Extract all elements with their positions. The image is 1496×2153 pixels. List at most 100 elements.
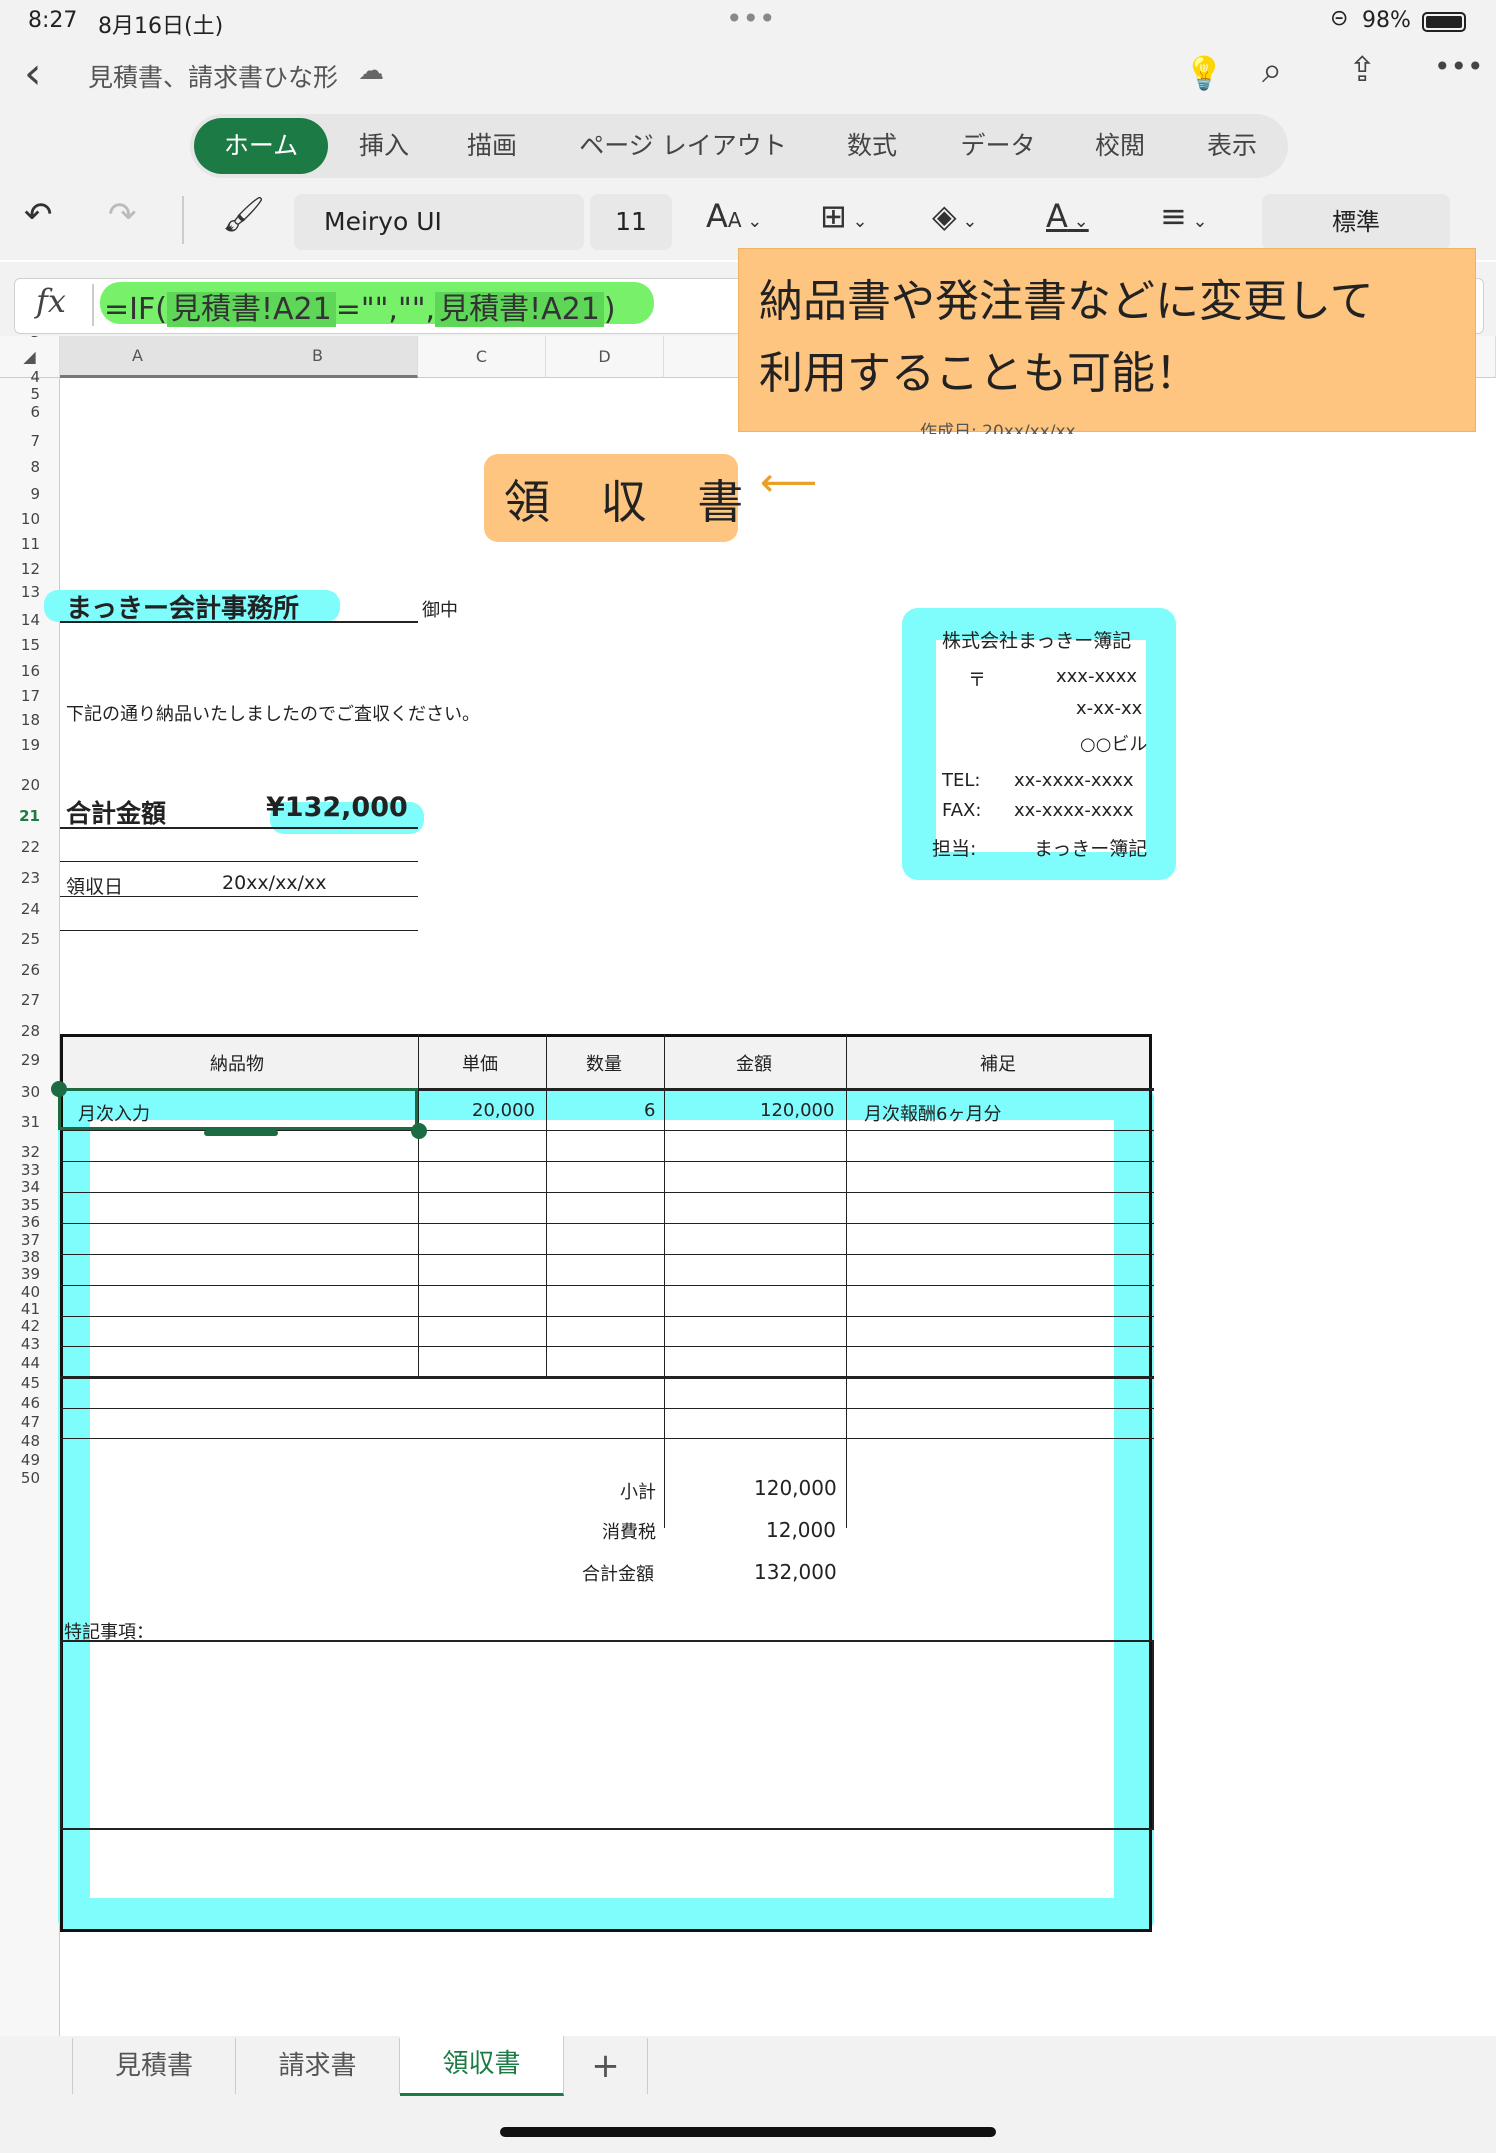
row-header[interactable]: 45 xyxy=(0,1374,40,1392)
back-icon[interactable]: ‹ xyxy=(24,48,42,99)
row-header[interactable]: 18 xyxy=(0,711,40,729)
font-size-adjust-icon[interactable]: AA ⌄ xyxy=(706,200,762,232)
row-header[interactable]: 27 xyxy=(0,991,40,1009)
row21-qty[interactable]: 6 xyxy=(644,1100,655,1121)
more-dots-icon[interactable]: ••• xyxy=(726,2,776,35)
row-header[interactable]: 3 xyxy=(0,336,40,341)
format-painter-icon[interactable]: 🖌 xyxy=(222,198,265,232)
more-icon[interactable]: ••• xyxy=(1434,50,1484,83)
tab-review[interactable]: 校閲 xyxy=(1078,118,1162,174)
row-header[interactable]: 29 xyxy=(0,1051,40,1069)
undo-icon[interactable]: ↶ xyxy=(24,198,53,232)
row-header[interactable]: 30 xyxy=(0,1083,40,1101)
column-header-d[interactable]: D xyxy=(546,336,664,378)
row-header[interactable]: 40 xyxy=(0,1283,40,1301)
formula-text[interactable]: =IF(見積書!A21 ="","", 見積書!A21) xyxy=(104,284,616,328)
align-icon[interactable]: ≡ ⌄ xyxy=(1160,200,1208,232)
share-icon[interactable]: ⇪ xyxy=(1348,50,1377,90)
row-header[interactable]: 17 xyxy=(0,687,40,705)
fill-color-icon[interactable]: ◈ ⌄ xyxy=(932,200,977,232)
status-date: 8月16日(土) xyxy=(98,14,224,39)
row-header[interactable]: 6 xyxy=(0,403,40,421)
tab-data[interactable]: データ xyxy=(946,118,1050,174)
row-header[interactable]: 37 xyxy=(0,1231,40,1249)
row21-price[interactable]: 20,000 xyxy=(472,1100,535,1121)
row-header[interactable]: 14 xyxy=(0,611,40,629)
row-header[interactable]: 5 xyxy=(0,385,40,403)
document-title[interactable]: 見積書、請求書ひな形 xyxy=(88,58,338,94)
row-header[interactable]: 49 xyxy=(0,1451,40,1469)
row-header[interactable]: 36 xyxy=(0,1213,40,1231)
row-header[interactable]: 47 xyxy=(0,1413,40,1431)
row-header[interactable]: 7 xyxy=(0,432,40,450)
row-header[interactable]: 31 xyxy=(0,1113,40,1131)
row21-amount[interactable]: 120,000 xyxy=(760,1100,834,1121)
borders-icon[interactable]: ⊞ ⌄ xyxy=(820,200,868,232)
tab-draw[interactable]: 描画 xyxy=(450,118,534,174)
callout-box: 納品書や発注書などに変更して 利用することも可能！ xyxy=(738,248,1476,432)
row-header[interactable]: 10 xyxy=(0,510,40,528)
font-color-icon[interactable]: A ⌄ xyxy=(1046,200,1089,232)
row-header[interactable]: 21 xyxy=(0,807,40,825)
row-header[interactable]: 38 xyxy=(0,1248,40,1266)
row-header[interactable]: 23 xyxy=(0,869,40,887)
table-body-bottom xyxy=(60,1376,1154,1379)
redo-icon[interactable]: ↷ xyxy=(108,198,137,232)
row-header[interactable]: 34 xyxy=(0,1178,40,1196)
row-header[interactable]: 48 xyxy=(0,1432,40,1450)
row-header[interactable]: 28 xyxy=(0,1022,40,1040)
row-header[interactable]: 16 xyxy=(0,662,40,680)
row-header[interactable]: 22 xyxy=(0,838,40,856)
font-name-field[interactable]: Meiryo UI xyxy=(294,194,584,250)
number-format-field[interactable]: 標準 xyxy=(1262,194,1450,250)
home-indicator xyxy=(500,2127,996,2137)
column-header-ab[interactable] xyxy=(60,336,418,378)
tab-view[interactable]: 表示 xyxy=(1190,118,1274,174)
row-header[interactable]: 42 xyxy=(0,1317,40,1335)
row-header[interactable]: 26 xyxy=(0,961,40,979)
row-header[interactable]: 46 xyxy=(0,1394,40,1412)
row-header[interactable]: 12 xyxy=(0,560,40,578)
selection-handle-bottom[interactable] xyxy=(411,1123,427,1139)
row-header[interactable]: 15 xyxy=(0,636,40,654)
column-header-a[interactable]: A xyxy=(132,346,143,365)
remarks-box[interactable] xyxy=(60,1640,1154,1830)
add-sheet-button[interactable]: + xyxy=(564,2038,648,2094)
row-header[interactable]: 19 xyxy=(0,736,40,754)
selection-drag-bar[interactable] xyxy=(204,1130,278,1136)
row-header[interactable]: 43 xyxy=(0,1335,40,1353)
row-header[interactable]: 13 xyxy=(0,583,40,601)
selection-handle-top[interactable] xyxy=(51,1081,67,1097)
tab-page-layout[interactable]: ページ レイアウト xyxy=(568,118,798,174)
column-header-b[interactable]: B xyxy=(312,346,323,365)
search-icon[interactable]: ⌕ xyxy=(1262,50,1282,92)
spreadsheet-grid[interactable]: ◢ A B C D 234567891011121314151617181920… xyxy=(0,336,1496,2036)
row-header[interactable]: 39 xyxy=(0,1265,40,1283)
lightbulb-icon[interactable]: 💡 xyxy=(1184,54,1224,92)
row-header[interactable]: 11 xyxy=(0,535,40,553)
row-header[interactable]: 20 xyxy=(0,776,40,794)
sheet-tab-receipt[interactable]: 領収書 xyxy=(400,2036,564,2096)
tab-home[interactable]: ホーム xyxy=(194,118,328,174)
row-header[interactable]: 24 xyxy=(0,900,40,918)
header-note: 補足 xyxy=(980,1054,1016,1075)
sheet-tab-estimate[interactable]: 見積書 xyxy=(72,2038,236,2094)
row-header[interactable]: 9 xyxy=(0,485,40,503)
row-header[interactable]: 32 xyxy=(0,1143,40,1161)
row-header[interactable]: 33 xyxy=(0,1161,40,1179)
tab-formulas[interactable]: 数式 xyxy=(830,118,914,174)
sheet-tab-invoice[interactable]: 請求書 xyxy=(236,2038,400,2094)
tab-insert[interactable]: 挿入 xyxy=(342,118,426,174)
font-size-field[interactable]: 11 xyxy=(590,194,672,250)
cell-selection[interactable] xyxy=(58,1088,418,1130)
row-header[interactable]: 44 xyxy=(0,1354,40,1372)
row-header[interactable]: 50 xyxy=(0,1469,40,1487)
table-row-line xyxy=(60,1438,1154,1439)
column-header-c[interactable]: C xyxy=(418,336,546,378)
row-header[interactable]: 8 xyxy=(0,458,40,476)
row21-note[interactable]: 月次報酬6ヶ月分 xyxy=(864,1100,1001,1126)
row-header[interactable]: 25 xyxy=(0,930,40,948)
row-header[interactable]: 4 xyxy=(0,368,40,386)
row-header[interactable]: 41 xyxy=(0,1300,40,1318)
row-header[interactable]: 35 xyxy=(0,1196,40,1214)
